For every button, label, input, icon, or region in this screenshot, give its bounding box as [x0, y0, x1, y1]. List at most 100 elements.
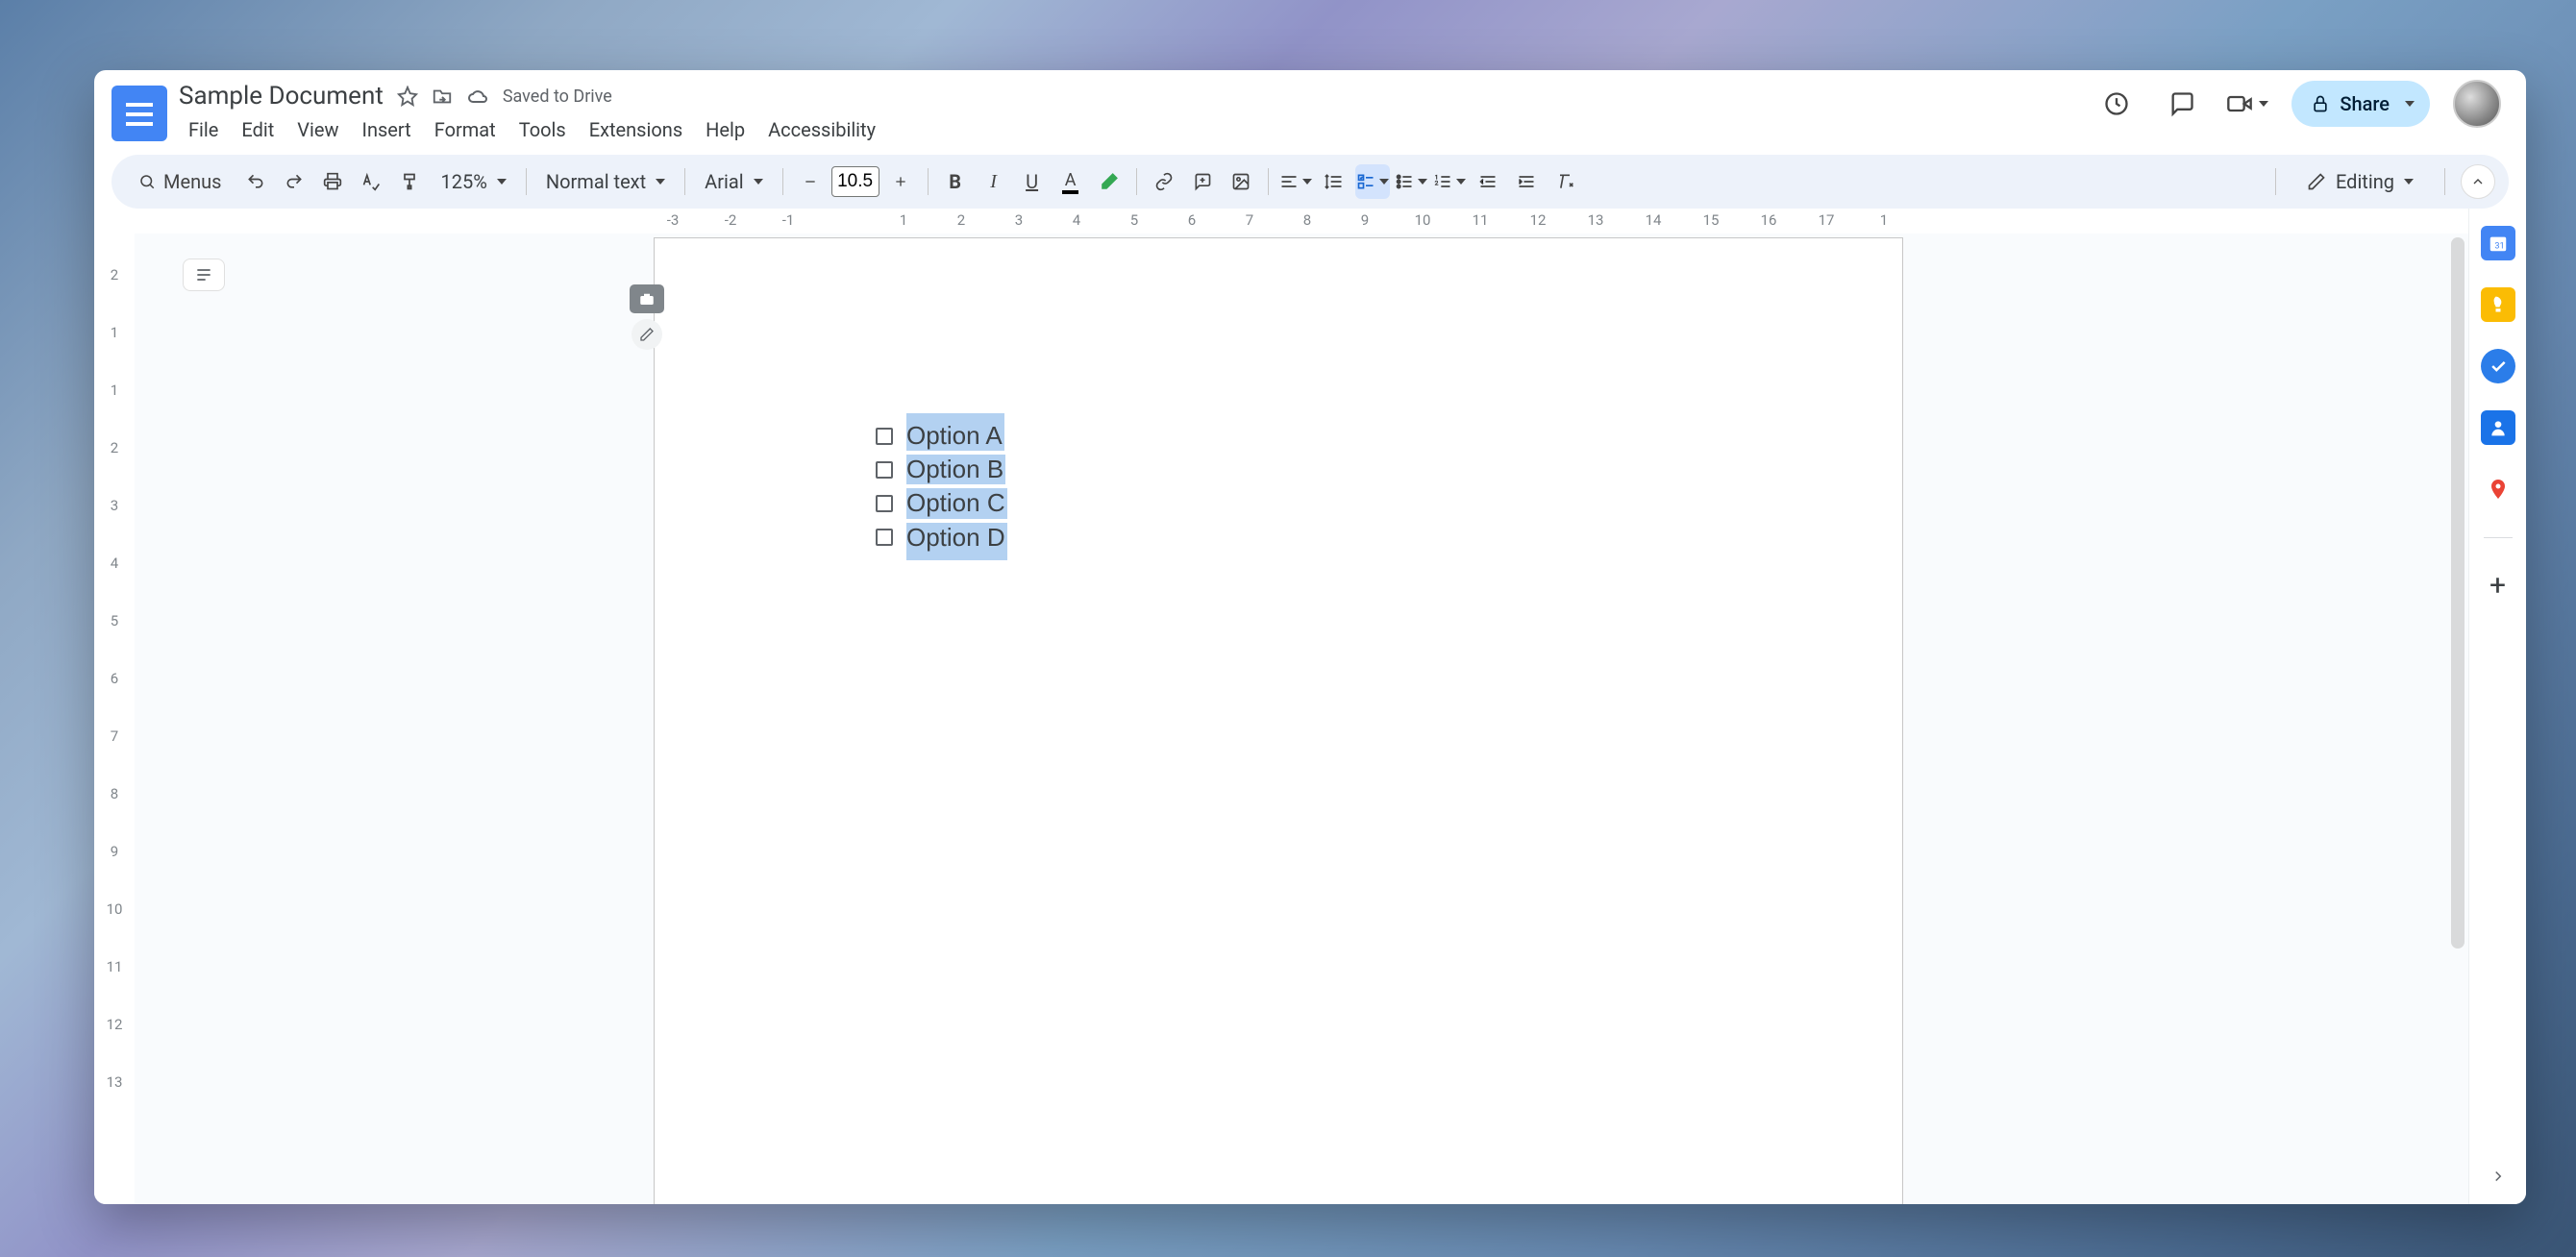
title-right: Share [2095, 80, 2509, 128]
checkbox-icon[interactable] [876, 495, 893, 512]
horizontal-ruler[interactable]: -3 -2 -1 1 2 3 4 5 6 7 8 9 10 11 12 13 1… [135, 209, 2468, 234]
pen-icon[interactable] [632, 319, 662, 350]
meet-icon[interactable] [2226, 83, 2268, 125]
ruler-tick: 17 [1819, 211, 1835, 229]
spellcheck-button[interactable] [354, 164, 388, 199]
cloud-saved-icon[interactable] [466, 85, 489, 108]
increase-indent-button[interactable] [1509, 164, 1544, 199]
page-margin-widgets [630, 284, 664, 350]
undo-button[interactable] [238, 164, 273, 199]
share-button[interactable]: Share [2291, 81, 2430, 127]
insert-link-button[interactable] [1147, 164, 1181, 199]
ruler-tick: 9 [111, 843, 118, 900]
vertical-ruler[interactable]: 2 1 1 2 3 4 5 6 7 8 9 10 11 12 13 [94, 209, 135, 1204]
menu-edit[interactable]: Edit [232, 114, 284, 145]
calendar-app-icon[interactable]: 31 [2481, 226, 2515, 260]
document-scroll-area[interactable]: -3 -2 -1 1 2 3 4 5 6 7 8 9 10 11 12 13 1… [135, 209, 2468, 1204]
decrease-indent-button[interactable] [1471, 164, 1505, 199]
zoom-dropdown[interactable]: 125% [431, 164, 515, 199]
checkbox-icon[interactable] [876, 529, 893, 546]
font-size-input[interactable] [831, 166, 879, 197]
ruler-tick: 2 [111, 439, 118, 497]
ruler-tick: 7 [1246, 211, 1253, 229]
document-title[interactable]: Sample Document [179, 82, 384, 111]
chevron-down-icon [656, 179, 665, 185]
svg-text:2: 2 [1434, 179, 1438, 186]
clear-formatting-button[interactable] [1548, 164, 1582, 199]
briefcase-icon[interactable] [630, 284, 664, 313]
toolbar-separator [1136, 168, 1137, 195]
menu-accessibility[interactable]: Accessibility [758, 114, 885, 145]
checklist-item[interactable]: Option C [876, 488, 1007, 518]
contacts-app-icon[interactable] [2481, 410, 2515, 445]
add-app-button[interactable]: + [2489, 569, 2506, 603]
print-button[interactable] [315, 164, 350, 199]
side-panel: 31 + [2468, 209, 2526, 1204]
ruler-tick: 8 [111, 785, 118, 843]
underline-button[interactable]: U [1015, 164, 1050, 199]
checklist-text[interactable]: Option D [906, 523, 1007, 560]
menu-format[interactable]: Format [425, 114, 506, 145]
checklist-text[interactable]: Option B [906, 455, 1005, 484]
document-content[interactable]: Option A Option B Option C Option D [876, 421, 1007, 556]
font-dropdown[interactable]: Arial [695, 164, 772, 199]
keep-app-icon[interactable] [2481, 287, 2515, 322]
content-area: 2 1 1 2 3 4 5 6 7 8 9 10 11 12 13 -3 -2 … [94, 209, 2526, 1204]
maps-app-icon[interactable] [2481, 472, 2515, 506]
menu-help[interactable]: Help [696, 114, 755, 145]
align-button[interactable] [1278, 164, 1313, 199]
document-page[interactable]: Option A Option B Option C Option D [654, 237, 1903, 1204]
user-avatar[interactable] [2453, 80, 2501, 128]
add-comment-button[interactable] [1185, 164, 1220, 199]
title-row: Sample Document Saved to Drive [179, 80, 2084, 112]
toolbar-separator [928, 168, 929, 195]
tasks-app-icon[interactable] [2481, 349, 2515, 383]
checklist-button[interactable] [1355, 164, 1390, 199]
checkbox-icon[interactable] [876, 461, 893, 479]
side-separator [2484, 537, 2513, 538]
collapse-toolbar-button[interactable] [2461, 164, 2495, 199]
save-status-label: Saved to Drive [503, 86, 612, 107]
redo-button[interactable] [277, 164, 311, 199]
checklist-text[interactable]: Option C [906, 488, 1007, 518]
menu-view[interactable]: View [287, 114, 348, 145]
checklist-item[interactable]: Option A [876, 421, 1007, 451]
paint-format-button[interactable] [392, 164, 427, 199]
increase-font-size-button[interactable] [883, 164, 918, 199]
toolbar-separator [2275, 168, 2276, 195]
line-spacing-button[interactable] [1317, 164, 1351, 199]
menu-insert[interactable]: Insert [353, 114, 421, 145]
checklist-item[interactable]: Option B [876, 455, 1007, 484]
text-color-button[interactable]: A [1053, 164, 1088, 199]
ruler-tick: 1 [900, 211, 907, 229]
menu-extensions[interactable]: Extensions [580, 114, 692, 145]
checklist-text[interactable]: Option A [906, 413, 1004, 451]
hide-sidepanel-button[interactable] [2489, 1168, 2507, 1185]
italic-button[interactable]: I [977, 164, 1011, 199]
ruler-tick: 7 [111, 727, 118, 785]
highlight-color-button[interactable] [1092, 164, 1127, 199]
bold-button[interactable]: B [938, 164, 973, 199]
checklist-item[interactable]: Option D [876, 523, 1007, 553]
vertical-scrollbar[interactable] [2451, 237, 2465, 949]
docs-logo-icon[interactable] [111, 86, 167, 141]
bulleted-list-button[interactable] [1394, 164, 1428, 199]
menu-file[interactable]: File [179, 114, 228, 145]
styles-dropdown[interactable]: Normal text [536, 164, 675, 199]
ruler-tick: 1 [1880, 211, 1888, 229]
menu-tools[interactable]: Tools [509, 114, 576, 145]
show-outline-button[interactable] [183, 259, 225, 291]
checkbox-icon[interactable] [876, 428, 893, 445]
star-icon[interactable] [397, 86, 418, 107]
ruler-tick: -2 [725, 211, 737, 229]
menu-bar: File Edit View Insert Format Tools Exten… [179, 114, 2084, 145]
search-menus-button[interactable]: Menus [125, 164, 235, 199]
history-icon[interactable] [2095, 83, 2138, 125]
numbered-list-button[interactable]: 12 [1432, 164, 1467, 199]
editing-mode-button[interactable]: Editing [2291, 162, 2429, 201]
move-icon[interactable] [432, 86, 453, 107]
comments-icon[interactable] [2161, 83, 2203, 125]
decrease-font-size-button[interactable] [793, 164, 828, 199]
ruler-tick: 10 [107, 900, 123, 958]
insert-image-button[interactable] [1224, 164, 1258, 199]
